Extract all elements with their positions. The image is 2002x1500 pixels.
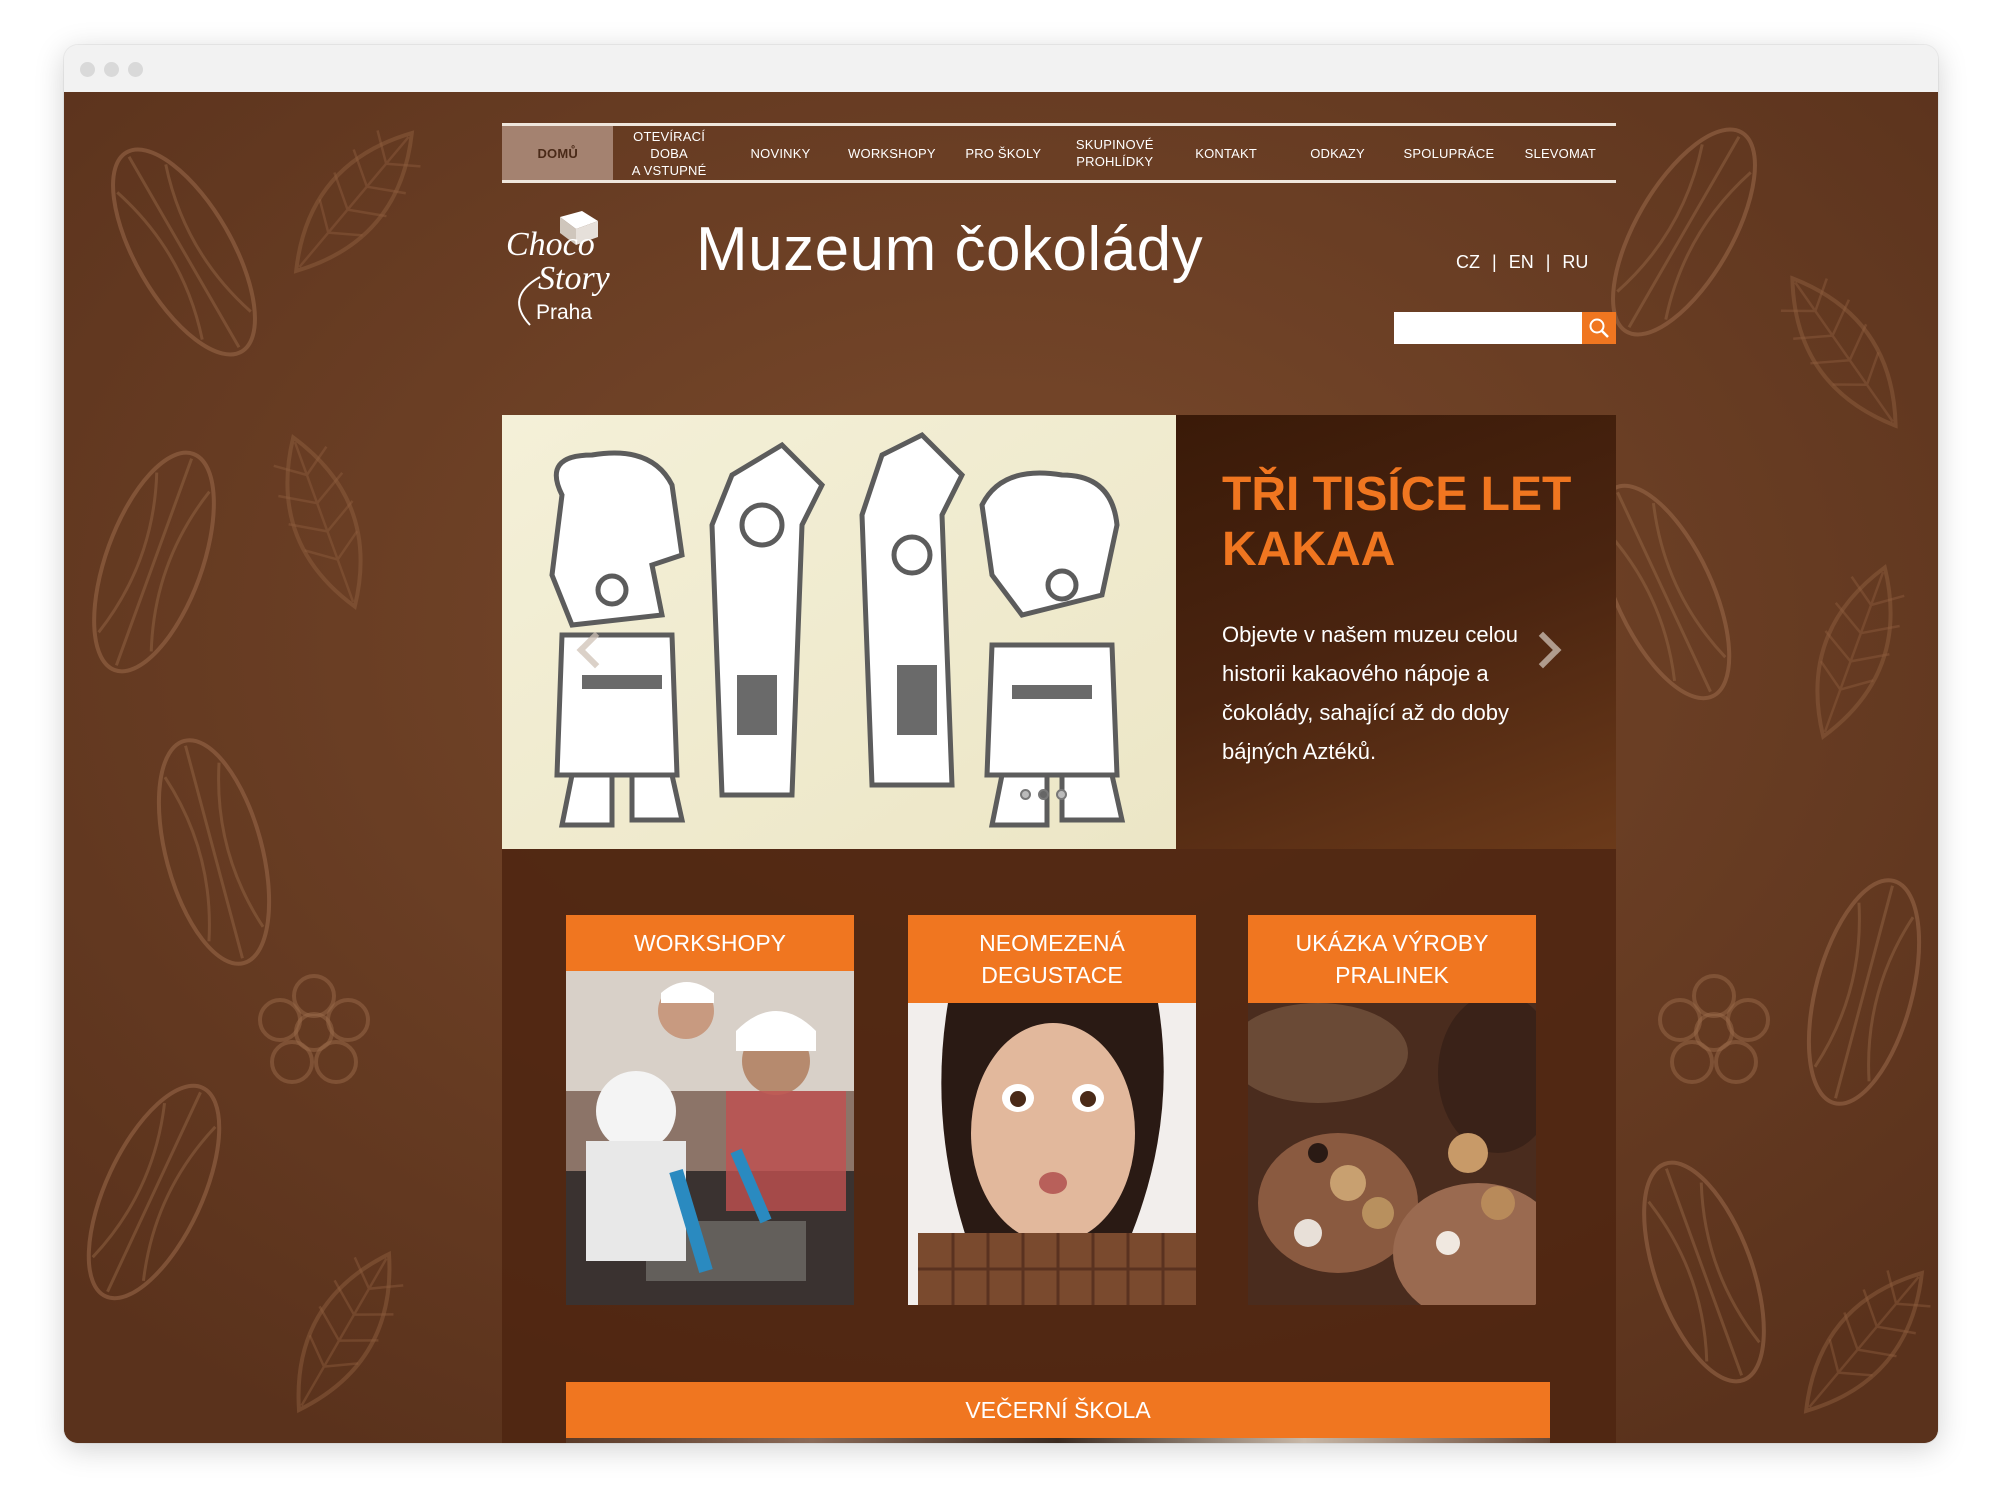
- slider-dot[interactable]: [1020, 789, 1031, 800]
- page-title: Muzeum čokolády: [696, 215, 1204, 284]
- lang-en[interactable]: EN: [1509, 252, 1534, 273]
- nav-item-domu[interactable]: DOMŮ: [502, 126, 614, 180]
- logo-text-story: Story: [538, 260, 611, 297]
- logo-text-praha: Praha: [536, 301, 592, 324]
- nav-item-kontakt[interactable]: KONTAKT: [1170, 126, 1281, 180]
- main-nav: DOMŮ OTEVÍRACÍ DOBA A VSTUPNÉ NOVINKY WO…: [502, 123, 1616, 183]
- slider-caption: TŘI TISÍCE LET KAKAA Objevte v našem muz…: [1176, 415, 1616, 849]
- nav-item-slevomat[interactable]: SLEVOMAT: [1505, 126, 1616, 180]
- search-icon: [1589, 318, 1609, 338]
- evening-school-image: [566, 1438, 1550, 1443]
- pralines-photo: [1248, 1003, 1536, 1305]
- slider-title: TŘI TISÍCE LET KAKAA: [1222, 468, 1572, 576]
- nav-item-skupinove-prohlidky[interactable]: SKUPINOVÉ PROHLÍDKY: [1059, 126, 1170, 180]
- choco-story-logo[interactable]: Choco Story Praha: [502, 207, 627, 332]
- lang-cz[interactable]: CZ: [1456, 252, 1480, 273]
- workshop-photo: [566, 971, 854, 1305]
- slider-dot[interactable]: [1056, 789, 1067, 800]
- search-button[interactable]: [1582, 312, 1616, 344]
- card-ukazka-vyroby-pralinek[interactable]: UKÁZKA VÝROBY PRALINEK: [1248, 915, 1536, 1305]
- nav-item-oteviraci-doba[interactable]: OTEVÍRACÍ DOBA A VSTUPNÉ: [613, 126, 724, 180]
- evening-school-banner[interactable]: VEČERNÍ ŠKOLA: [566, 1382, 1550, 1438]
- nav-item-pro-skoly[interactable]: PRO ŠKOLY: [948, 126, 1059, 180]
- logo-text-choco: Choco: [506, 226, 595, 263]
- card-title: WORKSHOPY: [566, 915, 854, 971]
- card-workshopy[interactable]: WORKSHOPY: [566, 915, 854, 1305]
- nav-item-novinky[interactable]: NOVINKY: [725, 126, 836, 180]
- nav-item-workshopy[interactable]: WORKSHOPY: [836, 126, 947, 180]
- browser-window: DOMŮ OTEVÍRACÍ DOBA A VSTUPNÉ NOVINKY WO…: [64, 45, 1938, 1443]
- card-image-degustace: [908, 1003, 1196, 1305]
- lang-ru[interactable]: RU: [1562, 252, 1588, 273]
- card-image-workshop: [566, 971, 854, 1305]
- card-image-pralinky: [1248, 1003, 1536, 1305]
- slider-description: Objevte v našem muzeu celou historii kak…: [1222, 622, 1518, 764]
- window-control-dot[interactable]: [80, 62, 95, 77]
- card-title: NEOMEZENÁ DEGUSTACE: [908, 915, 1196, 1003]
- nav-item-odkazy[interactable]: ODKAZY: [1282, 126, 1393, 180]
- window-control-dot[interactable]: [128, 62, 143, 77]
- lang-separator: |: [1545, 252, 1551, 272]
- page-viewport: DOMŮ OTEVÍRACÍ DOBA A VSTUPNÉ NOVINKY WO…: [64, 92, 1938, 1443]
- lang-separator: |: [1492, 252, 1497, 272]
- nav-item-spoluprace[interactable]: SPOLUPRÁCE: [1393, 126, 1504, 180]
- slider-image: [502, 415, 1176, 849]
- content-panel: TŘI TISÍCE LET KAKAA Objevte v našem muz…: [502, 415, 1616, 1443]
- search-input[interactable]: [1394, 312, 1582, 344]
- card-title: UKÁZKA VÝROBY PRALINEK: [1248, 915, 1536, 1003]
- card-neomezena-degustace[interactable]: NEOMEZENÁ DEGUSTACE: [908, 915, 1196, 1305]
- slider-pagination: [1020, 789, 1067, 800]
- search-box: [1394, 312, 1616, 344]
- window-control-dot[interactable]: [104, 62, 119, 77]
- browser-titlebar: [64, 45, 1938, 92]
- tasting-photo: [908, 1003, 1196, 1305]
- slider-dot-active[interactable]: [1038, 789, 1049, 800]
- language-switcher: CZ | EN | RU: [1456, 252, 1588, 273]
- page-container: DOMŮ OTEVÍRACÍ DOBA A VSTUPNÉ NOVINKY WO…: [438, 92, 1616, 1443]
- aztec-figures-illustration: [502, 415, 1176, 849]
